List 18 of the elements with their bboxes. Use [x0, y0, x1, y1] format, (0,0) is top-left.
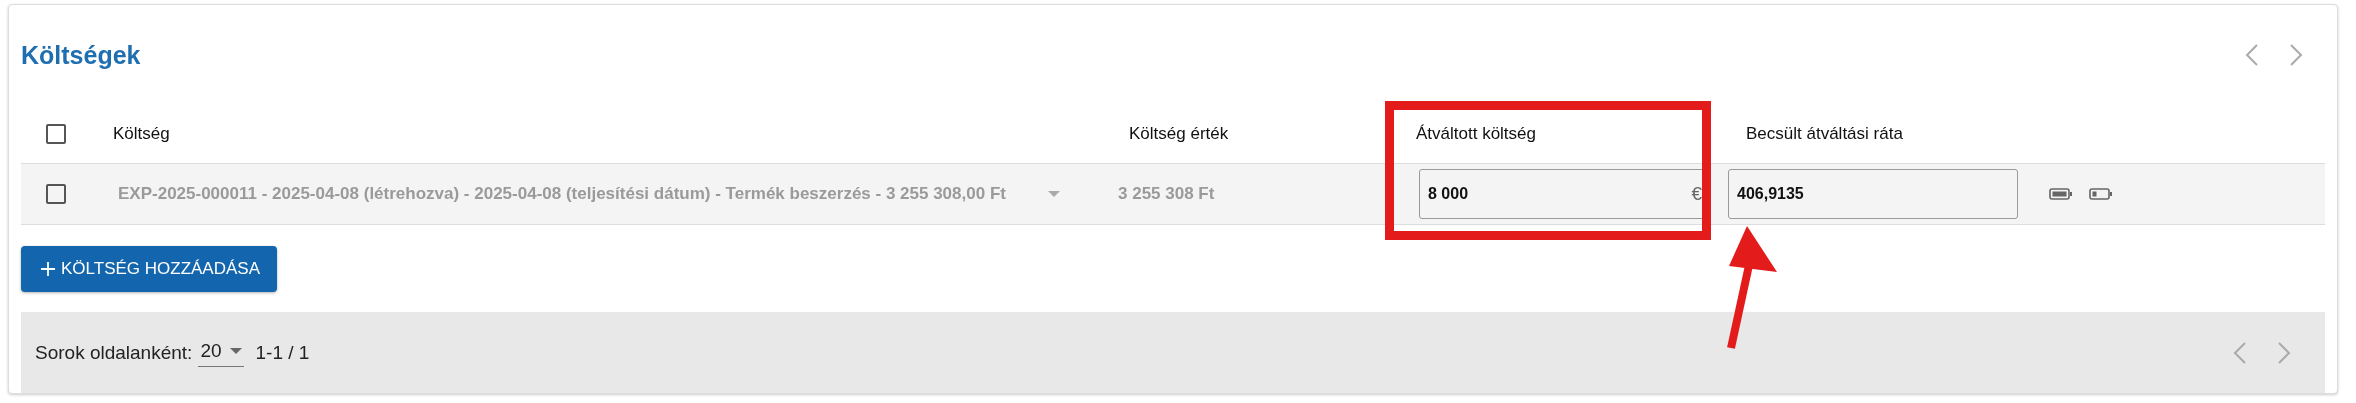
page-range: 1-1 / 1 — [255, 341, 310, 364]
add-cost-button[interactable]: KÖLTSÉG HOZZÁADÁSA — [21, 246, 277, 292]
section-title: Költségek — [21, 40, 141, 70]
rows-per-page-select[interactable]: 20 — [198, 338, 244, 367]
battery-full-icon[interactable] — [2049, 187, 2073, 201]
column-header: Becsült átváltási ráta — [1746, 124, 1903, 144]
checkbox[interactable] — [46, 184, 66, 204]
column-header: Költség — [113, 124, 170, 144]
rows-per-page-label: Sorok oldalanként: — [35, 341, 193, 364]
battery-low-icon[interactable] — [2089, 187, 2113, 201]
caret-icon — [229, 347, 242, 355]
column-header: Költség érték — [1129, 124, 1229, 144]
caret-icon — [1047, 190, 1060, 198]
checkbox[interactable] — [46, 124, 66, 144]
column-header: Átváltott költség — [1416, 124, 1536, 144]
plus-icon — [41, 262, 55, 276]
rate-field[interactable]: 406,9135 — [1728, 169, 2018, 219]
table-cell: 3 255 308 Ft — [1118, 184, 1215, 204]
